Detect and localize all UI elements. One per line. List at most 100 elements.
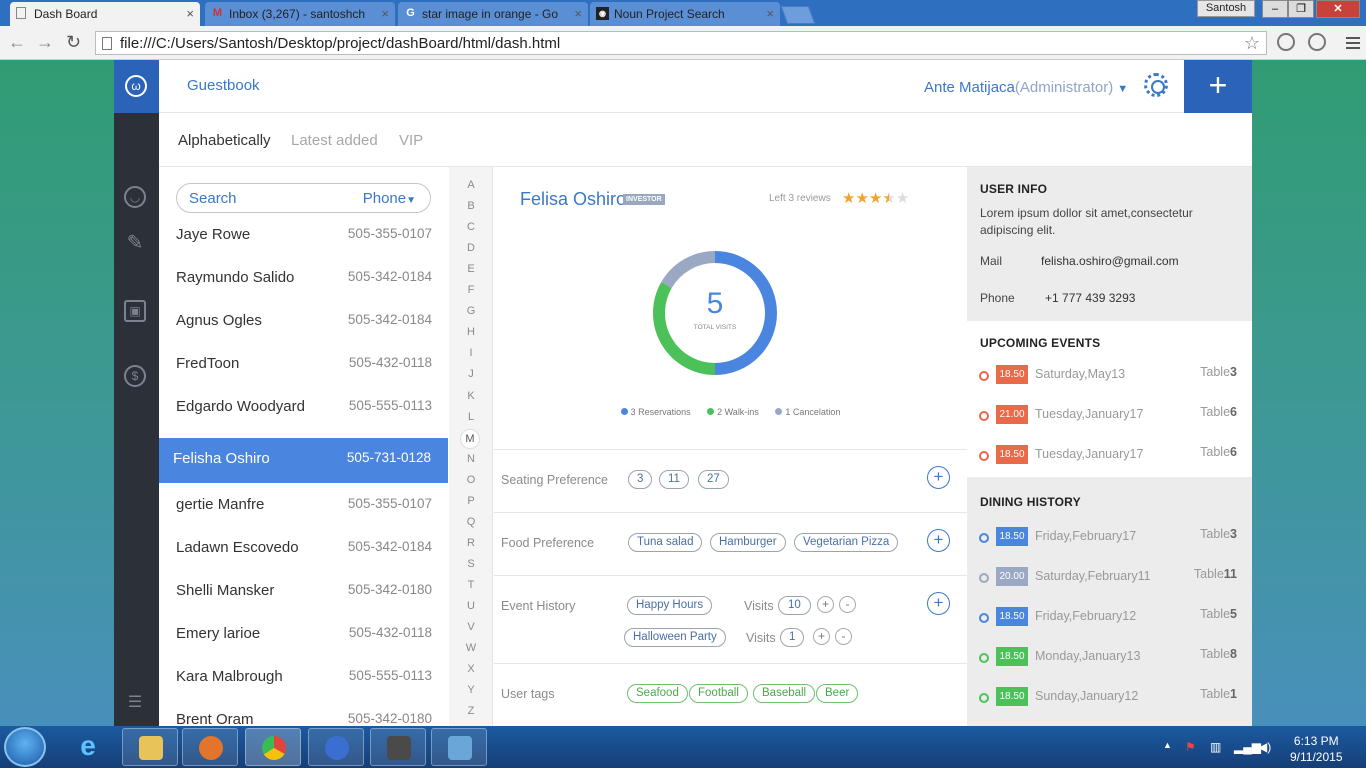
seating-pill[interactable]: 27 xyxy=(698,470,729,489)
alphabet-letter[interactable]: S xyxy=(449,558,493,570)
browser-tab-google[interactable]: G star image in orange - Go × xyxy=(398,2,588,26)
mail-value[interactable]: felisha.oshiro@gmail.com xyxy=(1041,253,1179,270)
reviews-link[interactable]: Left 3 reviews xyxy=(769,193,831,204)
list-item[interactable]: Agnus Ogles 505-342-0184 xyxy=(159,300,449,343)
maximize-button[interactable]: ❐ xyxy=(1288,0,1314,18)
alphabet-letter[interactable]: B xyxy=(449,200,493,212)
explorer-taskbar-icon[interactable] xyxy=(122,728,178,766)
dining-history-row[interactable]: 18.50 Monday,January13 Table8 xyxy=(967,646,1252,686)
browser-tab-dashboard[interactable]: Dash Board × xyxy=(10,2,200,26)
dining-history-row[interactable]: 18.50 Friday,February17 Table3 xyxy=(967,526,1252,566)
list-item[interactable]: Shelli Mansker 505-342-0180 xyxy=(159,570,449,613)
food-pill[interactable]: Tuna salad xyxy=(628,533,703,552)
decrement-button[interactable]: - xyxy=(835,628,852,645)
extension-icon[interactable] xyxy=(1308,33,1326,51)
chrome-taskbar-icon[interactable] xyxy=(245,728,301,766)
search-field-select[interactable]: Phone▼ xyxy=(363,190,416,207)
profile-badge[interactable]: Santosh xyxy=(1197,0,1255,17)
search-input[interactable]: Search Phone▼ xyxy=(176,183,431,213)
event-pill[interactable]: Happy Hours xyxy=(627,596,713,615)
alphabet-letter[interactable]: O xyxy=(449,474,493,486)
list-item[interactable]: Edgardo Woodyard 505-555-0113 xyxy=(159,386,449,429)
gear-icon[interactable] xyxy=(1144,73,1168,97)
close-tab-icon[interactable]: × xyxy=(378,6,389,21)
list-item[interactable]: Kara Malbrough 505-555-0113 xyxy=(159,656,449,699)
user-icon[interactable]: ◡ xyxy=(124,186,146,208)
app-logo[interactable]: ω xyxy=(114,60,159,113)
alphabet-letter[interactable]: Q xyxy=(449,516,493,528)
tag-pill[interactable]: Seafood xyxy=(627,684,688,703)
list-item[interactable]: Jaye Rowe 505-355-0107 xyxy=(159,214,449,257)
tab-latest-added[interactable]: Latest added xyxy=(291,132,378,149)
forward-icon[interactable]: → xyxy=(36,33,54,51)
reload-icon[interactable]: ↻ xyxy=(66,33,81,51)
upcoming-event-row[interactable]: 18.50 Saturday,May13 Table3 xyxy=(967,364,1252,404)
bookmark-star-icon[interactable]: ☆ xyxy=(1244,33,1260,54)
decrement-button[interactable]: - xyxy=(839,596,856,613)
user-menu[interactable]: Ante Matijaca(Administrator) ▼ xyxy=(924,79,1128,96)
back-icon[interactable]: ← xyxy=(8,33,26,51)
alphabet-letter[interactable]: J xyxy=(449,368,493,380)
alphabet-letter[interactable]: X xyxy=(449,663,493,675)
alphabet-letter[interactable]: M xyxy=(460,428,480,449)
increment-button[interactable]: + xyxy=(813,628,830,645)
dollar-icon[interactable]: $ xyxy=(124,365,146,387)
alphabet-letter[interactable]: D xyxy=(449,242,493,254)
increment-button[interactable]: + xyxy=(817,596,834,613)
alphabet-letter[interactable]: U xyxy=(449,600,493,612)
list-item[interactable]: Ladawn Escovedo 505-342-0184 xyxy=(159,527,449,570)
tag-pill[interactable]: Beer xyxy=(816,684,859,703)
flag-icon[interactable]: ⚑ xyxy=(1185,740,1196,754)
list-item[interactable]: FredToon 505-432-0118 xyxy=(159,343,449,386)
seating-pill[interactable]: 11 xyxy=(659,470,689,489)
event-pill[interactable]: Halloween Party xyxy=(624,628,726,647)
ie-icon[interactable]: e xyxy=(70,730,106,764)
briefcase-icon[interactable]: ▣ xyxy=(124,300,146,322)
alphabet-letter[interactable]: R xyxy=(449,537,493,549)
upcoming-event-row[interactable]: 21.00 Tuesday,January17 Table6 xyxy=(967,404,1252,444)
food-pill[interactable]: Hamburger xyxy=(710,533,786,552)
media-player-taskbar-icon[interactable] xyxy=(182,728,238,766)
device-icon[interactable]: ▥ xyxy=(1210,740,1221,754)
tab-alphabetically[interactable]: Alphabetically xyxy=(178,132,271,149)
alphabet-letter[interactable]: A xyxy=(449,179,493,191)
tag-pill[interactable]: Football xyxy=(689,684,748,703)
list-item-selected[interactable]: Felisha Oshiro 505-731-0128 xyxy=(159,438,448,483)
list-item[interactable]: Emery larioe 505-432-0118 xyxy=(159,613,449,656)
network-icon[interactable]: ▂▄▆ xyxy=(1234,740,1261,754)
volume-icon[interactable]: ◀) xyxy=(1258,740,1271,754)
close-tab-icon[interactable]: × xyxy=(186,6,194,21)
alphabet-letter[interactable]: V xyxy=(449,621,493,633)
alphabet-letter[interactable]: Z xyxy=(449,705,493,717)
list-item[interactable]: Brent Oram 505-342-0180 xyxy=(159,699,449,726)
photo-viewer-taskbar-icon[interactable] xyxy=(431,728,487,766)
close-window-button[interactable]: ✕ xyxy=(1316,0,1360,18)
alphabet-letter[interactable]: F xyxy=(449,284,493,296)
close-tab-icon[interactable]: × xyxy=(571,6,582,21)
alphabet-letter[interactable]: G xyxy=(449,305,493,317)
dining-history-row[interactable]: 20.00 Saturday,February11 Table11 xyxy=(967,566,1252,606)
url-field[interactable]: file:///C:/Users/Santosh/Desktop/project… xyxy=(95,31,1267,55)
list-item[interactable]: gertie Manfre 505-355-0107 xyxy=(159,484,449,527)
alphabet-letter[interactable]: Y xyxy=(449,684,493,696)
add-seating-button[interactable]: + xyxy=(927,466,950,489)
firefox-taskbar-icon[interactable] xyxy=(308,728,364,766)
browser-tab-noun[interactable]: ◉ Noun Project Search × xyxy=(590,2,780,26)
browser-menu-icon[interactable] xyxy=(1346,37,1360,52)
seating-pill[interactable]: 3 xyxy=(628,470,653,489)
tab-vip[interactable]: VIP xyxy=(399,132,423,149)
alphabet-letter[interactable]: E xyxy=(449,263,493,275)
alphabet-letter[interactable]: I xyxy=(449,347,493,359)
alphabet-letter[interactable]: T xyxy=(449,579,493,591)
system-clock[interactable]: 6:13 PM 9/11/2015 xyxy=(1290,733,1343,765)
alphabet-letter[interactable]: P xyxy=(449,495,493,507)
food-pill[interactable]: Vegetarian Pizza xyxy=(794,533,899,552)
browser-tab-inbox[interactable]: M Inbox (3,267) - santoshch × xyxy=(205,2,395,26)
dining-history-row[interactable]: 18.50 Sunday,January12 Table1 xyxy=(967,686,1252,726)
tag-pill[interactable]: Baseball xyxy=(753,684,816,703)
alphabet-letter[interactable]: H xyxy=(449,326,493,338)
alphabet-letter[interactable]: W xyxy=(449,642,493,654)
minimize-button[interactable]: – xyxy=(1262,0,1288,18)
alphabet-letter[interactable]: N xyxy=(449,453,493,465)
alphabet-letter[interactable]: C xyxy=(449,221,493,233)
